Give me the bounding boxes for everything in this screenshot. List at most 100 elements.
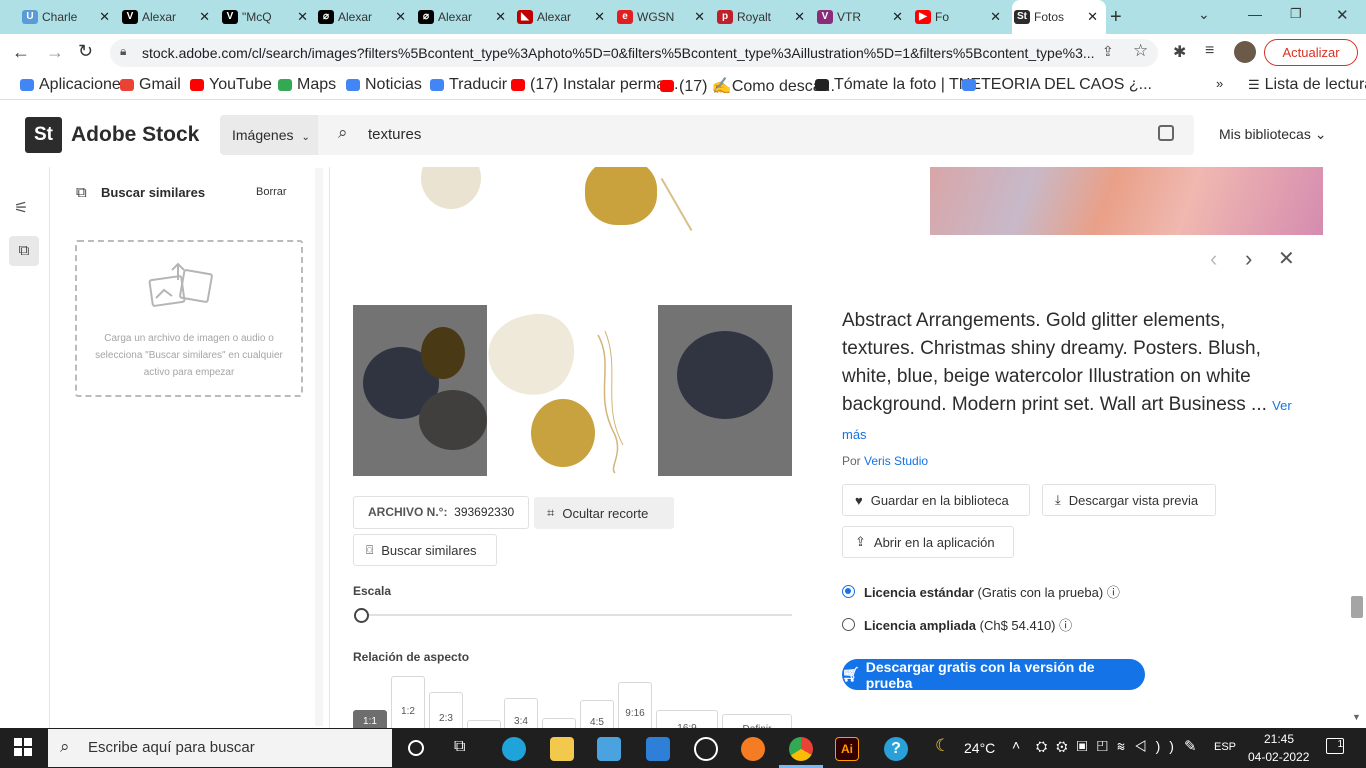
info-icon[interactable]: ⓘ	[1107, 585, 1120, 600]
bookmark-overflow-icon[interactable]: »	[1216, 76, 1223, 91]
bookmark-item[interactable]: TEORIA DEL CAOS ¿...	[962, 76, 1152, 94]
close-tab-icon[interactable]: ✕	[892, 9, 903, 25]
browser-tab[interactable]: V Alexar ✕	[120, 0, 218, 34]
filters-icon[interactable]: ⚟	[14, 198, 28, 218]
avatar[interactable]	[1234, 41, 1256, 63]
media-icon[interactable]: ≡	[1205, 42, 1214, 60]
clock-date[interactable]: 04-02-2022	[1248, 750, 1309, 764]
detail-image[interactable]	[353, 305, 792, 476]
scale-slider-handle[interactable]	[354, 608, 369, 623]
cortana-icon[interactable]	[408, 740, 424, 756]
store-icon[interactable]	[597, 737, 621, 761]
tab-search-icon[interactable]: ⌄	[1198, 6, 1210, 23]
adobe-stock-wordmark[interactable]: Adobe Stock	[71, 123, 199, 147]
reload-button[interactable]: ↻	[78, 41, 93, 62]
tray-chevron-icon[interactable]: ˄	[1012, 737, 1020, 753]
illustrator-icon[interactable]: Ai	[835, 737, 859, 761]
close-tab-icon[interactable]: ✕	[99, 9, 110, 25]
visual-search-icon[interactable]	[1158, 125, 1174, 141]
browser-tab[interactable]: ⌀ Alexar ✕	[416, 0, 514, 34]
windows-start-icon[interactable]	[14, 738, 32, 756]
close-tab-icon[interactable]: ✕	[395, 9, 406, 25]
taskbar-search-input[interactable]: Escribe aquí para buscar	[48, 729, 392, 767]
find-similar-button[interactable]: ⌼ Buscar similares	[353, 534, 497, 566]
open-in-app-button[interactable]: ⇪ Abrir en la aplicación	[842, 526, 1014, 558]
page-scrollbar-thumb[interactable]	[1351, 596, 1363, 618]
forward-button[interactable]: →	[46, 42, 64, 63]
ratio-option[interactable]: 1:2	[391, 676, 425, 736]
category-dropdown[interactable]: Imágenes ⌄	[220, 115, 318, 155]
edge-icon[interactable]	[502, 737, 526, 761]
bookmark-item[interactable]: YouTube	[190, 76, 272, 94]
new-tab-button[interactable]: +	[1110, 6, 1122, 29]
result-thumbnail[interactable]	[353, 167, 925, 235]
download-trial-button[interactable]: 🛒︎ Descargar gratis con la versión de pru…	[842, 659, 1145, 691]
info-icon[interactable]: ⓘ	[1059, 618, 1072, 633]
bookmark-item[interactable]: Noticias	[346, 76, 422, 94]
prev-arrow-icon[interactable]: ‹	[1210, 246, 1217, 272]
scroll-down-arrow-icon[interactable]: ▼	[1352, 712, 1361, 722]
browser-tab[interactable]: p Royalt ✕	[715, 0, 813, 34]
tray-icons[interactable]: ⛭⚙▣◰≋◁))	[1036, 738, 1183, 755]
browser-tab[interactable]: U Charle ✕	[20, 0, 118, 34]
clock-time[interactable]: 21:45	[1264, 732, 1294, 746]
save-library-button[interactable]: ♥ Guardar en la biblioteca	[842, 484, 1030, 516]
hide-crop-button[interactable]: ⌗ Ocultar recorte	[534, 497, 674, 529]
pen-icon[interactable]: ✎	[1184, 737, 1197, 755]
close-tab-icon[interactable]: ✕	[199, 9, 210, 25]
bookmark-item[interactable]: Traducir	[430, 76, 507, 94]
close-window-button[interactable]: ✕	[1336, 6, 1349, 24]
browser-tab[interactable]: ⌀ Alexar ✕	[316, 0, 414, 34]
next-arrow-icon[interactable]: ›	[1245, 246, 1252, 272]
browser-tab[interactable]: St Fotos ✕	[1012, 0, 1106, 34]
close-tab-icon[interactable]: ✕	[694, 9, 705, 25]
bookmark-star-icon[interactable]: ☆	[1133, 41, 1148, 61]
notifications-icon[interactable]: 1	[1326, 738, 1344, 754]
extensions-icon[interactable]: ✱	[1173, 42, 1186, 62]
download-preview-button[interactable]: ⤓ Descargar vista previa	[1042, 484, 1216, 516]
find-similar-rail-icon[interactable]: ⧉	[9, 236, 39, 266]
back-button[interactable]: ←	[12, 42, 30, 63]
task-view-icon[interactable]: ⧉	[454, 738, 465, 756]
file-explorer-icon[interactable]	[550, 737, 574, 761]
close-detail-icon[interactable]: ✕	[1278, 246, 1295, 271]
close-tab-icon[interactable]: ✕	[495, 9, 506, 25]
update-button[interactable]: Actualizar	[1264, 39, 1358, 66]
adobe-stock-logo[interactable]: St	[25, 117, 62, 153]
browser-tab[interactable]: V "McQ ✕	[220, 0, 316, 34]
result-thumbnail[interactable]	[930, 167, 1323, 235]
minimize-button[interactable]: —	[1248, 6, 1262, 22]
license-standard-radio[interactable]	[842, 585, 855, 598]
clear-button[interactable]: Borrar	[256, 186, 287, 198]
mail-icon[interactable]	[646, 737, 670, 761]
bookmark-item[interactable]: (17) Instalar perma...	[511, 76, 679, 94]
url-field[interactable]: stock.adobe.com/cl/search/images?filters…	[110, 39, 1158, 67]
scale-slider-track[interactable]	[362, 614, 792, 616]
bookmark-item[interactable]: Tómate la foto | TNE	[815, 76, 981, 94]
author-link[interactable]: Veris Studio	[864, 454, 928, 468]
reading-list[interactable]: ☰ Lista de lectura	[1248, 76, 1366, 94]
share-icon[interactable]: ⇪	[1102, 43, 1114, 60]
browser-tab[interactable]: V VTR ✕	[815, 0, 911, 34]
license-extended-radio[interactable]	[842, 618, 855, 631]
language-indicator[interactable]: ESP	[1214, 741, 1236, 753]
browser-tab[interactable]: ◣ Alexar ✕	[515, 0, 613, 34]
close-tab-icon[interactable]: ✕	[297, 9, 308, 25]
maximize-button[interactable]: ❐	[1290, 6, 1302, 22]
libraries-menu[interactable]: Mis bibliotecas ⌄	[1219, 126, 1326, 143]
brave-icon[interactable]	[741, 737, 765, 761]
close-tab-icon[interactable]: ✕	[794, 9, 805, 25]
close-tab-icon[interactable]: ✕	[990, 9, 1001, 25]
panel-scrollbar[interactable]	[315, 168, 323, 726]
bookmark-item[interactable]: (17) ✍Como desca...	[660, 76, 835, 96]
bookmark-item[interactable]: Maps	[278, 76, 336, 94]
bookmark-item[interactable]: Gmail	[120, 76, 181, 94]
close-tab-icon[interactable]: ✕	[594, 9, 605, 25]
help-icon[interactable]: ?	[884, 737, 908, 761]
browser-tab[interactable]: e WGSN ✕	[615, 0, 713, 34]
close-tab-icon[interactable]: ✕	[1087, 9, 1098, 25]
search-input[interactable]: textures	[368, 115, 421, 155]
bookmark-item[interactable]: Aplicaciones	[20, 76, 129, 94]
chrome-icon[interactable]	[789, 737, 813, 761]
browser-tab[interactable]: ▶ Fo ✕	[913, 0, 1009, 34]
